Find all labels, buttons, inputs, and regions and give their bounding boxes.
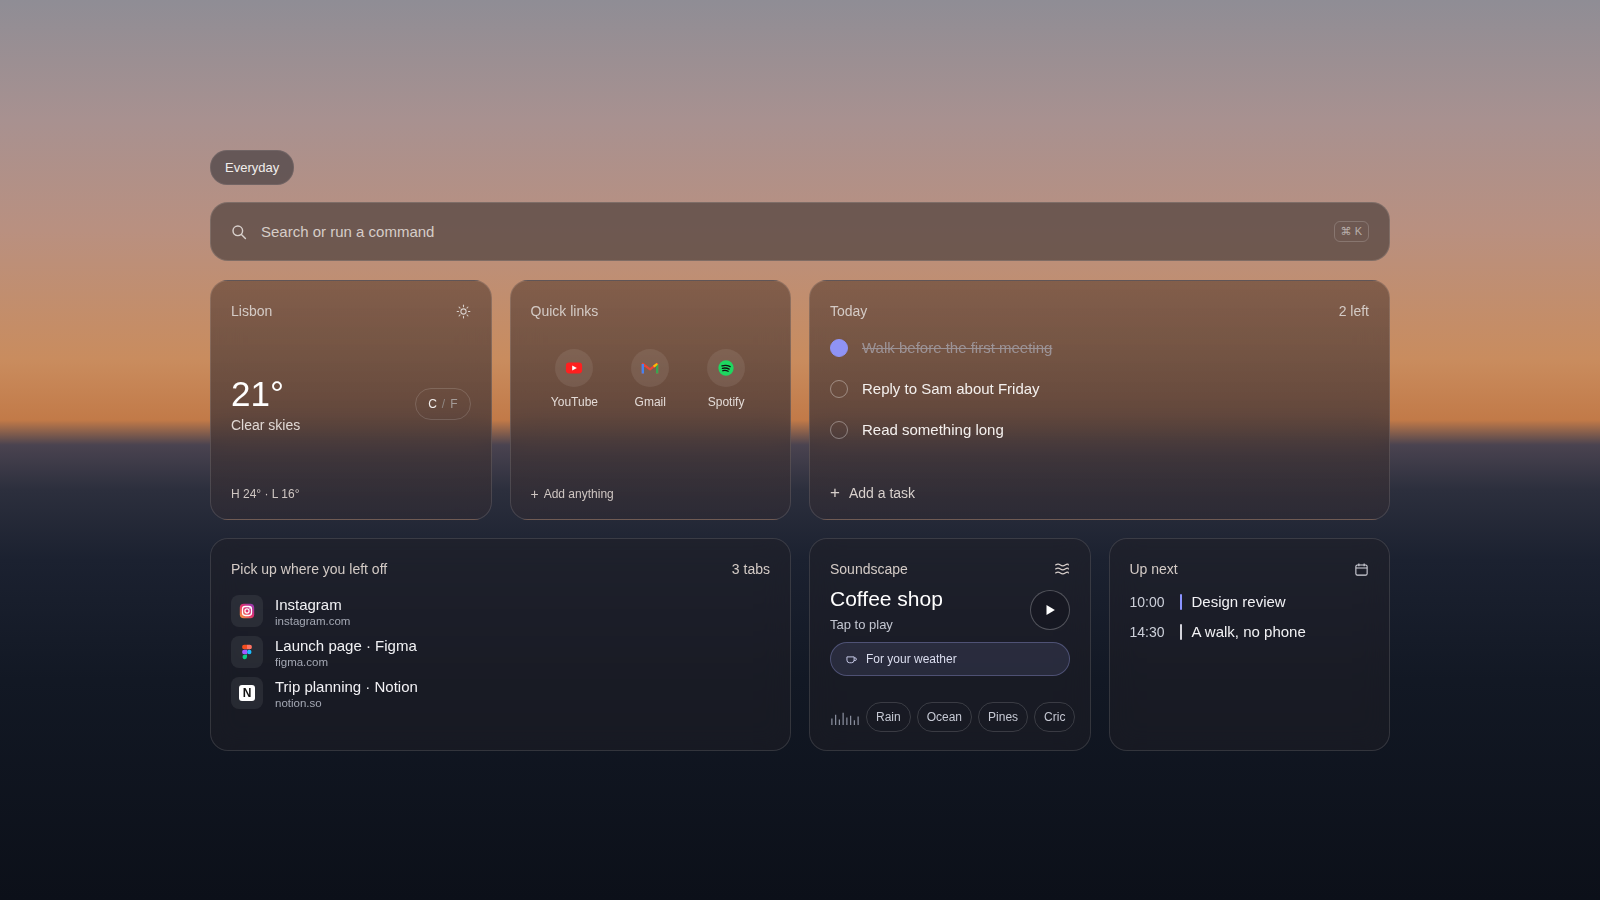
play-button[interactable] (1030, 590, 1070, 630)
soundscape-hint: Tap to play (830, 617, 943, 632)
task-checkbox[interactable] (830, 380, 848, 398)
spotify-icon (717, 359, 735, 377)
card-title: Today (830, 303, 867, 319)
weather-suggestion[interactable]: For your weather (830, 642, 1070, 676)
figma-icon (238, 643, 256, 661)
search-placeholder: Search or run a command (261, 223, 1320, 240)
notion-icon: N (239, 685, 255, 701)
card-title: Soundscape (830, 561, 908, 577)
youtube-icon (565, 359, 583, 377)
weather-card: Lisbon 21° Clear skies C / F H 24° · L 16° (210, 280, 492, 520)
condition: Clear skies (231, 417, 300, 433)
event-color-bar (1180, 594, 1182, 610)
task-item[interactable]: Read something long (830, 419, 1369, 440)
event-title: Design review (1192, 593, 1286, 610)
unit-toggle[interactable]: C / F (415, 388, 470, 420)
task-item[interactable]: Reply to Sam about Friday (830, 378, 1369, 399)
gmail-icon (641, 359, 659, 377)
quick-link[interactable]: YouTube (539, 349, 609, 409)
sun-icon (456, 304, 471, 319)
tab-title: Launch page · Figma (275, 637, 417, 654)
sound-chip[interactable]: Pines (978, 702, 1028, 732)
today-card: Today 2 left Walk before the first meeting… (809, 280, 1390, 520)
quick-link[interactable]: Gmail (615, 349, 685, 409)
task-item[interactable]: Walk before the first meeting (830, 337, 1369, 358)
plus-icon: + (531, 487, 539, 501)
instagram-icon (238, 602, 256, 620)
temperature: 21° (231, 375, 300, 414)
sound-chip[interactable]: Rain (866, 702, 911, 732)
quick-link-label: Spotify (708, 395, 745, 409)
task-label: Reply to Sam about Friday (862, 380, 1040, 397)
level-bars-icon (830, 710, 860, 725)
add-link-button[interactable]: +Add anything (531, 487, 771, 501)
tabs-count: 3 tabs (732, 561, 770, 577)
sound-chip[interactable]: Cric (1034, 702, 1075, 732)
unit-option[interactable]: F (450, 397, 457, 411)
quick-link[interactable]: Spotify (691, 349, 761, 409)
task-label: Read something long (862, 421, 1004, 438)
quick-link-label: Gmail (635, 395, 666, 409)
up-next-card: Up next 10:00 Design review 14:30 A walk, no… (1109, 538, 1391, 751)
task-label: Walk before the first meeting (862, 339, 1052, 356)
unit-option[interactable]: C (428, 397, 437, 411)
event-time: 10:00 (1130, 594, 1170, 610)
add-task-button[interactable]: +Add a task (830, 484, 1369, 501)
search-bar[interactable]: Search or run a command ⌘ K (210, 202, 1390, 261)
tab-title: Instagram (275, 596, 350, 613)
event-row[interactable]: 14:30 A walk, no phone (1130, 623, 1370, 640)
tasks-left-count: 2 left (1339, 303, 1369, 319)
waves-icon[interactable] (1054, 561, 1070, 577)
shortcut-badge: ⌘ K (1334, 221, 1369, 242)
quick-link-label: YouTube (551, 395, 598, 409)
recent-tab[interactable]: Launch page · Figma figma.com (231, 636, 770, 668)
dashboard: Everyday Search or run a command ⌘ K Lisbon… (210, 150, 1390, 751)
recent-tab[interactable]: N Trip planning · Notion notion.so (231, 677, 770, 709)
soundscape-card: Soundscape Coffee shop Tap to play For your… (809, 538, 1091, 751)
city-label: Lisbon (231, 303, 272, 319)
search-icon (231, 224, 247, 240)
cup-icon (845, 653, 858, 666)
quick-links-card: Quick links YouTube Gmail Spotify +Add anyth… (510, 280, 792, 520)
tab-url: instagram.com (275, 615, 350, 627)
unit-separator: / (442, 397, 445, 411)
tab-url: notion.so (275, 697, 418, 709)
card-title: Pick up where you left off (231, 561, 387, 577)
card-title: Quick links (531, 303, 599, 319)
recent-tab[interactable]: Instagram instagram.com (231, 595, 770, 627)
plus-icon: + (830, 484, 840, 501)
sound-chips: RainOceanPinesCric (830, 702, 1090, 732)
play-icon (1043, 603, 1057, 617)
task-checkbox[interactable] (830, 339, 848, 357)
task-list: Walk before the first meeting Reply to Sa… (830, 337, 1369, 440)
event-row[interactable]: 10:00 Design review (1130, 593, 1370, 610)
task-checkbox[interactable] (830, 421, 848, 439)
card-title: Up next (1130, 561, 1178, 577)
sound-chip[interactable]: Ocean (917, 702, 972, 732)
tab-url: figma.com (275, 656, 417, 668)
event-title: A walk, no phone (1192, 623, 1306, 640)
recent-tabs-card: Pick up where you left off 3 tabs Instagra… (210, 538, 791, 751)
widget-grid: Lisbon 21° Clear skies C / F H 24° · L 16° Quic… (210, 280, 1390, 751)
calendar-icon[interactable] (1354, 562, 1369, 577)
soundscape-name: Coffee shop (830, 587, 943, 611)
event-color-bar (1180, 624, 1182, 640)
event-time: 14:30 (1130, 624, 1170, 640)
temperature-range: H 24° · L 16° (231, 487, 471, 501)
tab-title: Trip planning · Notion (275, 678, 418, 695)
new-tab-page: Everyday Search or run a command ⌘ K Lisbon… (0, 0, 1600, 900)
profile-tag[interactable]: Everyday (210, 150, 294, 185)
